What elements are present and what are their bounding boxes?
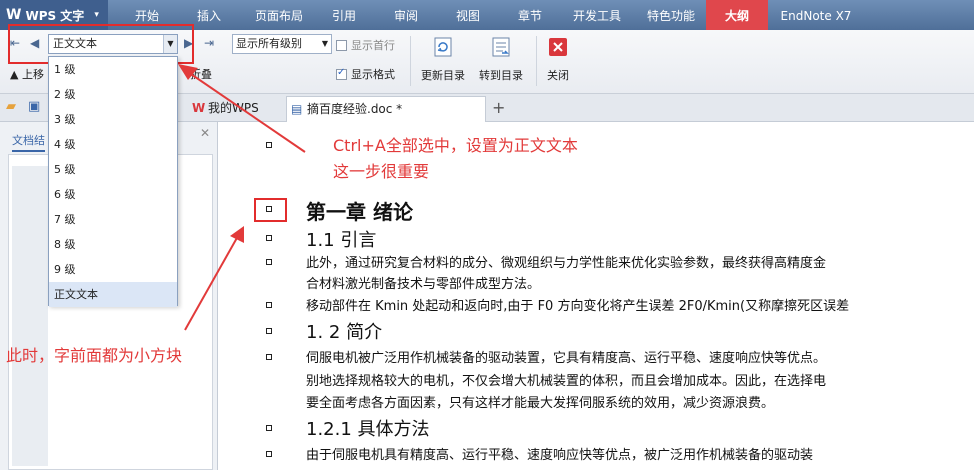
outline-bullet-icon[interactable]	[266, 451, 272, 457]
outline-bullet-icon[interactable]	[266, 425, 272, 431]
tab-endnote[interactable]: EndNote X7	[774, 0, 858, 30]
tab-my-wps-label: 我的WPS	[208, 101, 259, 115]
outline-bullet-icon[interactable]	[266, 235, 272, 241]
tab-reference[interactable]: 引用	[318, 0, 370, 30]
divider	[536, 36, 537, 86]
outline-bullet-icon[interactable]	[266, 259, 272, 265]
level-option-8[interactable]: 8 级	[49, 232, 177, 257]
line-text: 移动部件在 Kmin 处起动和返向时,由于 F0 方向变化将产生误差 2F0/K…	[306, 299, 850, 314]
tab-review[interactable]: 审阅	[380, 0, 432, 30]
wps-icon: W	[192, 101, 206, 115]
line-text: 由于伺服电机具有精度高、运行平稳、速度响应快等优点，被广泛用作机械装备的驱动装	[306, 448, 814, 463]
tab-document[interactable]: ▤ 摘百度经验.doc *	[286, 96, 486, 122]
line-text: 第一章 绪论	[306, 200, 413, 224]
doc-structure-tab[interactable]: 文档结	[12, 132, 45, 152]
move-up-button[interactable]: ▲ 上移	[10, 66, 44, 82]
level-option-body-text[interactable]: 正文文本	[49, 282, 177, 307]
arrow-up-icon: ▲	[10, 68, 19, 81]
scrollbar[interactable]	[12, 166, 48, 466]
document-canvas[interactable]: 第一章 绪论 1.1 引言 此外，通过研究复合材料的成分、微观组织与力学性能来优…	[218, 122, 974, 470]
checkbox-checked-icon	[336, 67, 347, 80]
line-text: 1.2.1 具体方法	[306, 419, 430, 440]
show-first-line-label: 显示首行	[351, 39, 395, 52]
level-option-7[interactable]: 7 级	[49, 207, 177, 232]
divider	[410, 36, 411, 86]
chevron-down-icon: ▾	[94, 10, 99, 20]
outline-bullet-icon[interactable]	[266, 302, 272, 308]
line-text: 此外，通过研究复合材料的成分、微观组织与力学性能来优化实验参数，最终获得高精度金	[306, 256, 827, 271]
outline-bullet-icon[interactable]	[266, 142, 272, 148]
close-outline-button[interactable]: 关闭	[542, 36, 574, 83]
fold-button[interactable]: 折叠	[190, 66, 212, 82]
tab-chapter[interactable]: 章节	[504, 0, 556, 30]
level-option-4[interactable]: 4 级	[49, 132, 177, 157]
goto-toc-label: 转到目录	[479, 69, 523, 82]
show-levels-value: 显示所有级别	[236, 37, 302, 50]
tab-document-label: 摘百度经验.doc *	[307, 102, 403, 116]
goto-toc-button[interactable]: 转到目录	[474, 36, 528, 83]
close-label: 关闭	[547, 69, 569, 82]
show-first-line-checkbox[interactable]: 显示首行	[336, 37, 395, 53]
annotation-text-top-1: Ctrl+A全部选中，设置为正文文本	[333, 136, 578, 155]
update-toc-label: 更新目录	[421, 69, 465, 82]
folder-icon[interactable]: ▰	[6, 99, 16, 114]
annotation-box-bullet	[254, 198, 287, 222]
chevron-down-icon: ▼	[321, 39, 328, 48]
add-tab-icon[interactable]: +	[492, 94, 505, 122]
move-up-label: 上移	[21, 68, 44, 81]
line-text: 1. 2 简介	[306, 322, 383, 343]
fold-label: 折叠	[190, 68, 212, 81]
level-option-5[interactable]: 5 级	[49, 157, 177, 182]
wps-logo-text: WPS 文字	[25, 8, 85, 23]
close-icon	[549, 38, 567, 56]
level-option-1[interactable]: 1 级	[49, 57, 177, 82]
tab-view[interactable]: 视图	[442, 0, 494, 30]
level-option-6[interactable]: 6 级	[49, 182, 177, 207]
outline-bullet-icon[interactable]	[266, 328, 272, 334]
demote-body-icon[interactable]: ⇥	[204, 36, 214, 50]
goto-toc-icon	[492, 37, 510, 57]
update-toc-button[interactable]: 更新目录	[416, 36, 470, 83]
tab-developer[interactable]: 开发工具	[564, 0, 630, 30]
line-text: 要全面考虑各方面因素，只有这样才能最大发挥伺服系统的效用，减少资源浪费。	[306, 396, 775, 411]
annotation-text-left: 此时，字前面都为小方块	[6, 346, 183, 365]
show-levels-select[interactable]: 显示所有级别 ▼	[232, 34, 332, 54]
document-icon: ▤	[291, 102, 303, 116]
level-option-9[interactable]: 9 级	[49, 257, 177, 282]
line-text: 1.1 引言	[306, 230, 377, 251]
tab-page-layout[interactable]: 页面布局	[244, 0, 314, 30]
level-dropdown-list: 1 级 2 级 3 级 4 级 5 级 6 级 7 级 8 级 9 级 正文文本	[48, 56, 178, 307]
line-text: 别地选择规格较大的电机，不仅会增大机械装置的体积，而且会增加成本。因此，在选择电	[306, 374, 827, 389]
show-format-checkbox[interactable]: 显示格式	[336, 66, 395, 82]
tab-features[interactable]: 特色功能	[638, 0, 704, 30]
close-icon[interactable]: ✕	[200, 126, 210, 140]
line-text: 合材料激光制备技术与零部件成型方法。	[306, 277, 541, 292]
show-format-label: 显示格式	[351, 68, 395, 81]
outline-bullet-icon[interactable]	[266, 354, 272, 360]
tab-outline[interactable]: 大纲	[706, 0, 768, 30]
level-option-2[interactable]: 2 级	[49, 82, 177, 107]
annotation-text-top-2: 这一步很重要	[333, 162, 430, 181]
wps-logo-icon: W	[6, 7, 22, 23]
tab-my-wps[interactable]: W 我的WPS	[188, 94, 282, 122]
level-option-3[interactable]: 3 级	[49, 107, 177, 132]
checkbox-icon	[336, 39, 347, 51]
update-toc-icon	[434, 37, 452, 57]
line-text: 伺服电机被广泛用作机械装备的驱动装置，它具有精度高、运行平稳、速度响应快等优点。	[306, 351, 827, 366]
save-icon[interactable]: ▣	[28, 99, 40, 114]
